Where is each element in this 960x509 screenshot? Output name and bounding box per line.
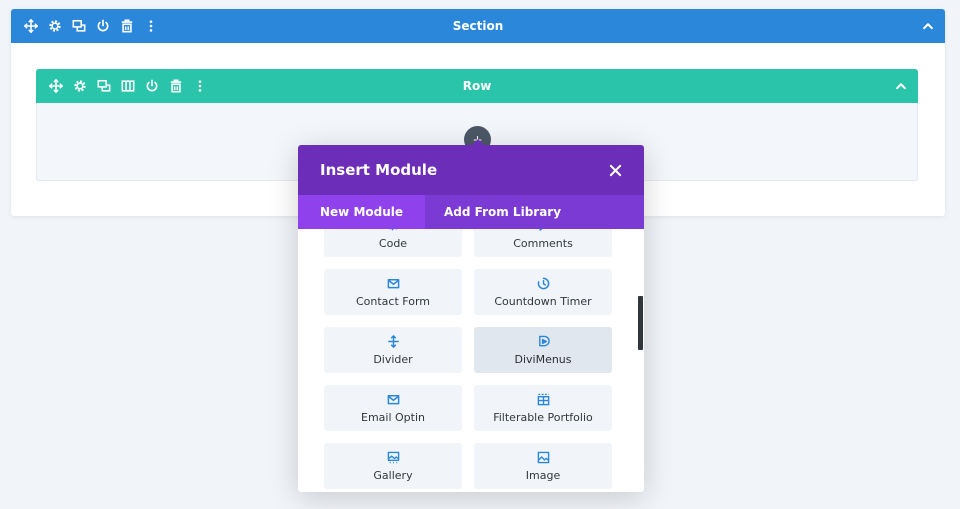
module-label: Image xyxy=(525,468,561,482)
timer-icon xyxy=(537,277,550,291)
portfolio-grid-icon xyxy=(537,393,550,407)
code-icon xyxy=(387,229,400,233)
module-list-scrollbar[interactable] xyxy=(638,296,643,350)
module-label: Code xyxy=(378,236,408,250)
module-label: Contact Form xyxy=(355,294,430,308)
section-toolbar: Section xyxy=(11,9,945,43)
module-label: Comments xyxy=(513,236,573,250)
module-gallery[interactable]: Gallery xyxy=(324,443,462,489)
tab-add-from-library[interactable]: Add From Library xyxy=(425,195,583,229)
module-label: Countdown Timer xyxy=(494,294,592,308)
row-toolbar: Row xyxy=(36,69,918,103)
module-contact-form[interactable]: Contact Form xyxy=(324,269,462,315)
close-icon[interactable] xyxy=(609,145,622,195)
divider-icon xyxy=(387,335,400,349)
module-label: Divider xyxy=(373,352,413,366)
comments-icon xyxy=(537,229,550,233)
divimenus-icon xyxy=(537,335,550,349)
module-label: DiviMenus xyxy=(514,352,572,366)
module-image[interactable]: Image xyxy=(474,443,612,489)
section-title: Section xyxy=(452,19,504,33)
gallery-icon xyxy=(387,451,400,465)
envelope-icon xyxy=(387,393,400,407)
module-label: Gallery xyxy=(373,468,413,482)
chevron-up-icon[interactable] xyxy=(894,69,908,103)
image-icon xyxy=(537,451,550,465)
module-divimenus[interactable]: DiviMenus xyxy=(474,327,612,373)
module-list[interactable]: Code Comments Contact Form Countdown Tim… xyxy=(298,229,644,492)
module-countdown-timer[interactable]: Countdown Timer xyxy=(474,269,612,315)
modal-title: Insert Module xyxy=(320,161,438,179)
envelope-icon xyxy=(387,277,400,291)
module-divider[interactable]: Divider xyxy=(324,327,462,373)
module-comments[interactable]: Comments xyxy=(474,229,612,257)
modal-tabs: New Module Add From Library xyxy=(298,195,644,229)
chevron-up-icon[interactable] xyxy=(921,9,935,43)
modal-pointer xyxy=(469,139,487,148)
insert-module-modal: Insert Module New Module Add From Librar… xyxy=(298,145,644,492)
module-label: Filterable Portfolio xyxy=(493,410,593,424)
module-code[interactable]: Code xyxy=(324,229,462,257)
module-filterable-portfolio[interactable]: Filterable Portfolio xyxy=(474,385,612,431)
row-title: Row xyxy=(462,79,492,93)
module-label: Email Optin xyxy=(361,410,425,424)
modal-header: Insert Module xyxy=(298,145,644,195)
module-grid: Code Comments Contact Form Countdown Tim… xyxy=(324,229,612,489)
tab-new-module[interactable]: New Module xyxy=(298,195,426,229)
module-email-optin[interactable]: Email Optin xyxy=(324,385,462,431)
